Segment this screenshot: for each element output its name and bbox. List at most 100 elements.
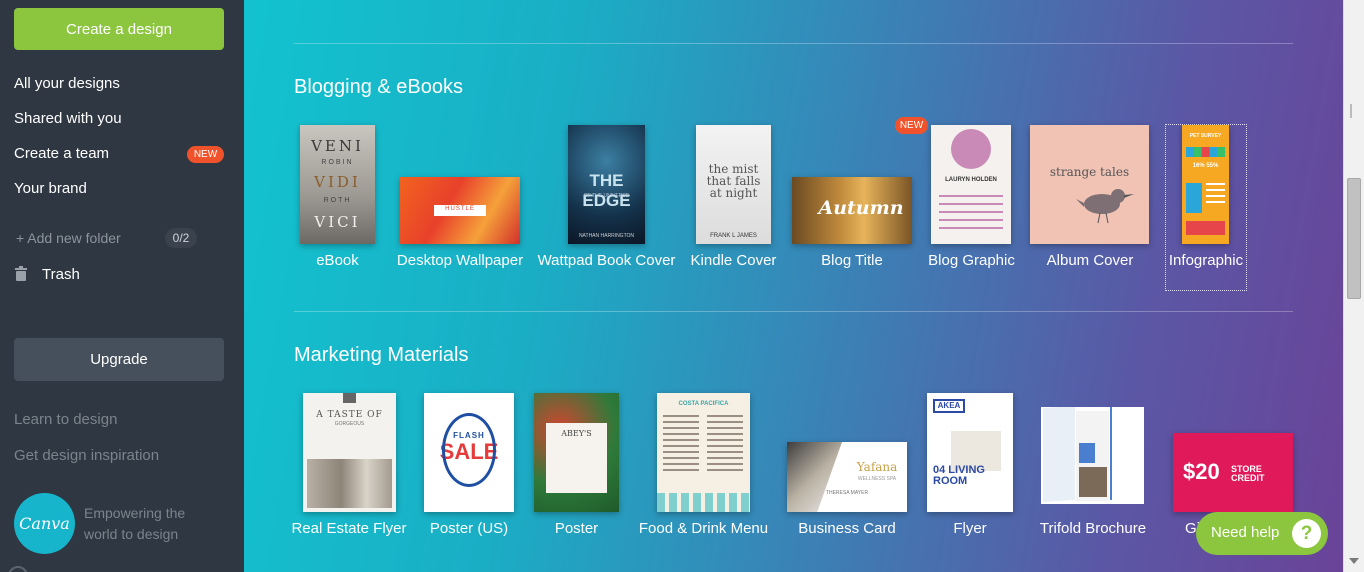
new-badge: NEW: [187, 146, 224, 163]
tagline: Empowering the world to design: [84, 505, 186, 542]
menu-title: COSTA PACIFICA: [678, 401, 729, 407]
help-question-icon: ?: [1292, 519, 1321, 548]
bizcard-person: THERESA MAYER: [825, 490, 869, 496]
label-blog-title[interactable]: Blog Title: [802, 252, 902, 269]
bizcard-name: Yafana: [856, 460, 898, 474]
label-business-card[interactable]: Business Card: [787, 520, 907, 537]
flyer-big: 04 LIVING ROOM: [933, 464, 985, 487]
divider: [294, 43, 1293, 44]
ebook-text-4: ROTH: [323, 197, 352, 204]
kindle-cover-thumbnail[interactable]: the mist that falls at night FRANK L JAM…: [696, 125, 771, 244]
ebook-text-1: VENI: [311, 137, 364, 155]
infographic-lines: [1206, 183, 1225, 185]
ebook-thumbnail[interactable]: VENI ROBIN VIDI ROTH VICI: [300, 125, 375, 244]
scroll-thumb[interactable]: [1347, 178, 1361, 299]
scroll-down-arrow-icon[interactable]: [1349, 558, 1359, 564]
blog-graphic-lines: [939, 195, 1003, 197]
blog-graphic-portrait: [951, 129, 991, 169]
infographic-footer: [1186, 221, 1225, 235]
infographic-stats: 16% 55%: [1192, 163, 1219, 169]
bird-illustration: [1076, 189, 1134, 224]
folder-count-badge: 0/2: [165, 228, 197, 248]
label-blog-graphic[interactable]: Blog Graphic: [926, 252, 1017, 269]
ebook-text-5: VICI: [314, 213, 361, 231]
label-poster-us[interactable]: Poster (US): [424, 520, 514, 537]
blog-title-thumbnail[interactable]: Autumn: [792, 177, 912, 244]
wallpaper-text: HUSTLE: [445, 206, 475, 212]
trash-icon: [15, 266, 27, 281]
poster-thumbnail[interactable]: ABEY'S: [534, 393, 619, 512]
wattpad-author: NATHAN HARRINGTON: [578, 233, 635, 239]
bizcard-sub: WELLNESS SPA: [857, 476, 897, 482]
gift-text: STORE CREDIT: [1231, 464, 1265, 483]
infographic-bar: [1186, 147, 1225, 157]
learn-to-design-link[interactable]: Learn to design: [14, 411, 117, 428]
blogtitle-text: Autumn: [818, 197, 904, 219]
sidebar: Create a design All your designs Shared …: [0, 0, 244, 572]
infographic-title: PET SURVEY: [1189, 133, 1222, 139]
poster-us-thumbnail[interactable]: FLASH SALE: [424, 393, 514, 512]
design-types-panel: Blogging & eBooks VENI ROBIN VIDI ROTH V…: [244, 0, 1343, 572]
wattpad-sub: OF THE UNIVERSE: [583, 193, 630, 199]
label-poster[interactable]: Poster: [534, 520, 619, 537]
label-wattpad-book-cover[interactable]: Wattpad Book Cover: [536, 252, 677, 269]
label-real-estate-flyer[interactable]: Real Estate Flyer: [290, 520, 408, 537]
label-flyer[interactable]: Flyer: [927, 520, 1013, 537]
card-photo: [787, 442, 842, 512]
scroll-marker: [1350, 104, 1352, 118]
avatar[interactable]: [8, 566, 28, 572]
need-help-button[interactable]: Need help ?: [1196, 512, 1328, 555]
gift-amount: $20: [1183, 459, 1220, 484]
flyer-tab: [343, 393, 356, 403]
business-card-thumbnail[interactable]: Yafana WELLNESS SPA THERESA MAYER: [787, 442, 907, 512]
infographic-thumbnail[interactable]: PET SURVEY 16% 55%: [1182, 125, 1229, 244]
menu-footer-pattern: [657, 493, 750, 512]
label-album-cover[interactable]: Album Cover: [1040, 252, 1140, 269]
gift-certificate-thumbnail[interactable]: $20 STORE CREDIT: [1173, 433, 1293, 512]
nav-trash[interactable]: Trash: [42, 266, 80, 283]
menu-lines-left: [663, 415, 699, 417]
trifold-brochure-thumbnail[interactable]: [1041, 407, 1144, 504]
label-desktop-wallpaper[interactable]: Desktop Wallpaper: [395, 252, 525, 269]
wattpad-cover-thumbnail[interactable]: THE EDGE OF THE UNIVERSE NATHAN HARRINGT…: [568, 125, 645, 244]
blog-graphic-thumbnail[interactable]: LAURYN HOLDEN: [931, 125, 1011, 244]
brochure-photo: [1079, 467, 1107, 497]
page-scrollbar[interactable]: [1343, 0, 1364, 572]
nav-all-designs[interactable]: All your designs: [14, 75, 120, 92]
create-design-button[interactable]: Create a design: [14, 8, 224, 50]
realestate-title: A TASTE OF: [316, 410, 383, 420]
need-help-label: Need help: [1211, 524, 1280, 541]
nav-create-team[interactable]: Create a team: [14, 145, 109, 162]
label-trifold-brochure[interactable]: Trifold Brochure: [1033, 520, 1153, 537]
nav-shared-with-you[interactable]: Shared with you: [14, 110, 122, 127]
label-kindle-cover[interactable]: Kindle Cover: [683, 252, 784, 269]
label-ebook[interactable]: eBook: [300, 252, 375, 269]
food-drink-menu-thumbnail[interactable]: COSTA PACIFICA: [657, 393, 750, 512]
infographic-block: [1186, 183, 1202, 213]
brochure-panel-1: [1043, 407, 1075, 503]
ebook-text-3: VIDI: [314, 173, 361, 191]
divider: [294, 311, 1293, 312]
flyer-photo: [307, 459, 392, 508]
menu-lines-right: [707, 415, 743, 417]
bloggraphic-name: LAURYN HOLDEN: [945, 177, 997, 183]
desktop-wallpaper-thumbnail[interactable]: HUSTLE: [400, 177, 520, 244]
upgrade-button[interactable]: Upgrade: [14, 338, 224, 381]
label-infographic[interactable]: Infographic: [1165, 252, 1247, 269]
flyer-thumbnail[interactable]: AKEA 04 LIVING ROOM: [927, 393, 1013, 512]
label-food-drink-menu[interactable]: Food & Drink Menu: [637, 520, 770, 537]
canva-logo[interactable]: Canva: [14, 493, 75, 554]
flyer-top: AKEA: [933, 399, 965, 413]
section-title-blogging: Blogging & eBooks: [294, 76, 464, 98]
add-folder-button[interactable]: + Add new folder: [16, 230, 121, 246]
nav-your-brand[interactable]: Your brand: [14, 180, 87, 197]
album-cover-thumbnail[interactable]: strange tales: [1030, 125, 1149, 244]
kindle-title: the mist that falls at night: [706, 162, 761, 200]
wattpad-title: THE EDGE: [582, 171, 631, 210]
real-estate-flyer-thumbnail[interactable]: A TASTE OF GORGEOUS: [303, 393, 396, 512]
poster-name: ABEY'S: [561, 429, 592, 438]
album-text: strange tales: [1049, 165, 1130, 179]
brochure-letter-block: [1079, 443, 1095, 463]
kindle-author: FRANK L JAMES: [710, 233, 757, 239]
design-inspiration-link[interactable]: Get design inspiration: [14, 447, 159, 464]
